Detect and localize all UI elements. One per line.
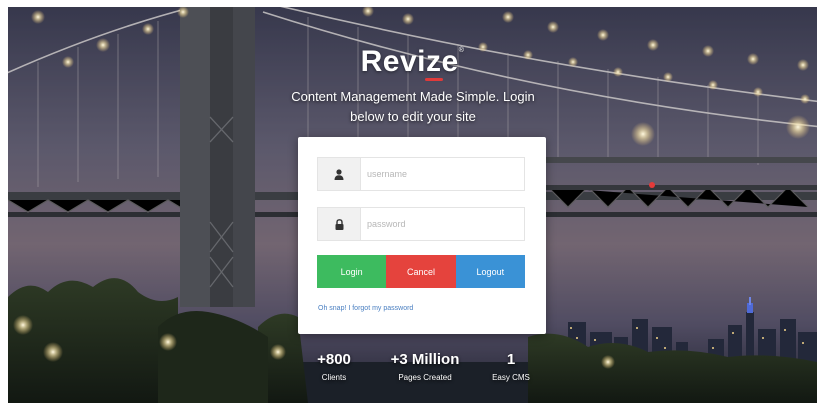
forgot-password-link[interactable]: Oh snap! I forgot my password — [318, 305, 413, 312]
login-card: Login Cancel Logout Oh snap! I forgot my… — [298, 137, 546, 334]
brand-reg-mark: ® — [458, 47, 465, 54]
cancel-button[interactable]: Cancel — [386, 255, 456, 288]
login-button[interactable]: Login — [317, 255, 387, 288]
stat-label: Easy CMS — [492, 373, 530, 382]
user-icon — [318, 158, 361, 190]
stat-clients: +800 Clients — [312, 351, 356, 384]
logout-button[interactable]: Logout — [455, 255, 525, 288]
tagline: Content Management Made Simple. Login be… — [291, 89, 535, 124]
brand-name-z: z — [424, 45, 443, 81]
stat-value: +3 Million — [390, 351, 460, 368]
password-input[interactable] — [361, 208, 521, 240]
brand-name-suffix: e — [441, 45, 459, 78]
stat-pages-created: +3 Million Pages Created — [380, 351, 470, 384]
brand-accent-mark — [424, 78, 443, 81]
lock-icon — [318, 208, 361, 240]
stat-label: Clients — [321, 373, 347, 382]
brand-name-prefix: Revi — [360, 45, 426, 78]
stat-easy-cms: 1 Easy CMS — [486, 351, 536, 384]
login-page: Reviz e® Content Management Made Simple. … — [8, 7, 817, 403]
stat-label: Pages Created — [398, 373, 452, 382]
username-field — [317, 157, 525, 191]
username-input[interactable] — [361, 158, 521, 190]
brand-logo: Reviz e® — [8, 45, 817, 81]
stat-value: +800 — [317, 351, 351, 368]
stat-value: 1 — [506, 351, 516, 368]
stats-bar: +800 Clients +3 Million Pages Created 1 … — [306, 351, 546, 391]
password-field — [317, 207, 525, 241]
login-button-group: Login Cancel Logout — [317, 255, 525, 288]
